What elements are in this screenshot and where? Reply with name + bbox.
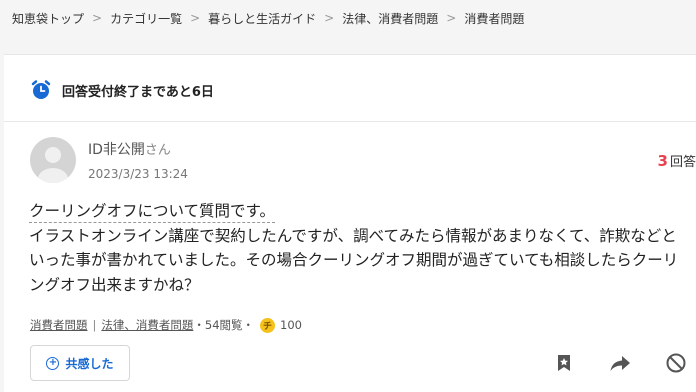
empathy-label: 共感した [65, 356, 114, 371]
share-button[interactable] [608, 351, 632, 375]
breadcrumb-item-categories[interactable]: カテゴリ一覧 [110, 10, 182, 27]
category-link-consumer[interactable]: 消費者問題 [30, 317, 88, 333]
breadcrumb-item-law[interactable]: 法律、消費者問題 [342, 10, 438, 27]
meta-divider: | [92, 318, 97, 332]
avatar [30, 137, 76, 183]
breadcrumb-separator: > [92, 11, 103, 25]
breadcrumb-item-consumer[interactable]: 消費者問題 [464, 10, 524, 27]
bookmark-button[interactable] [552, 351, 576, 375]
answer-count: 3 [657, 152, 668, 170]
breadcrumb-item-life-guide[interactable]: 暮らしと生活ガイド [208, 10, 316, 27]
question-body: イラストオンライン講座で契約したんですが、調べてみたら情報があまりなくて、詐欺な… [29, 226, 679, 294]
deadline-text: 回答受付終了まであと6日 [62, 84, 214, 100]
block-icon [666, 353, 686, 373]
divider [4, 121, 696, 122]
bookmark-icon [558, 355, 570, 371]
username-text: ID非公開 [88, 142, 145, 158]
question-first-line: クーリングオフについて質問です。 [29, 200, 275, 223]
question-text: クーリングオフについて質問です。 イラストオンライン講座で契約したんですが、調べ… [29, 199, 691, 297]
username: ID非公開さん [88, 139, 171, 159]
breadcrumb-item-top[interactable]: 知恵袋トップ [12, 10, 84, 27]
deadline-banner: 回答受付終了まであと6日 [30, 79, 214, 101]
question-meta: 消費者問題 | 法律、消費者問題 ・54閲覧・ チ 100 [30, 317, 302, 333]
share-icon [610, 356, 630, 371]
breadcrumb-separator: > [324, 11, 335, 25]
plus-icon: + [46, 356, 60, 370]
breadcrumb: 知恵袋トップ > カテゴリ一覧 > 暮らしと生活ガイド > 法律、消費者問題 >… [0, 0, 696, 36]
post-date: 2023/3/23 13:24 [88, 167, 188, 181]
breadcrumb-separator: > [190, 11, 201, 25]
alarm-clock-icon [30, 79, 52, 101]
coin-amount: 100 [280, 318, 302, 332]
question-card: 回答受付終了まであと6日 ID非公開さん 2023/3/23 13:24 3 回答… [4, 54, 696, 392]
breadcrumb-separator: > [446, 11, 457, 25]
username-suffix: さん [144, 143, 171, 158]
category-link-law[interactable]: 法律、消費者問題 [101, 317, 193, 333]
answer-label: 回答 [669, 155, 696, 170]
empathy-button[interactable]: + 共感した [30, 345, 130, 381]
answer-count-link[interactable]: 3 回答 [658, 151, 696, 170]
view-count: ・54閲覧・ [193, 318, 255, 332]
block-button[interactable] [664, 351, 688, 375]
coin-icon: チ [260, 317, 276, 333]
